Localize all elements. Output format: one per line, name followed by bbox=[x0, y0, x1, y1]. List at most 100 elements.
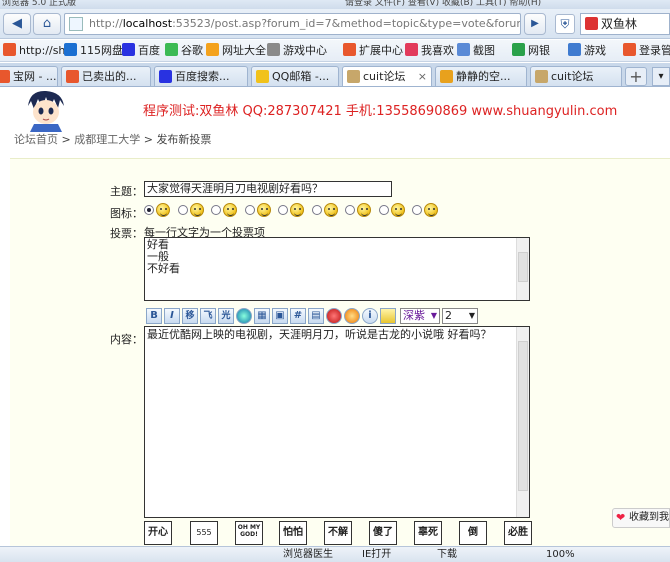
icon-option[interactable] bbox=[177, 203, 204, 217]
bookmark-icon bbox=[165, 43, 178, 56]
address-bar[interactable]: http://localhost:53523/post.asp?forum_id… bbox=[64, 13, 521, 35]
emote-stunned[interactable]: 傻了 bbox=[369, 521, 397, 545]
tab-label: 静静的空... bbox=[456, 70, 511, 83]
tab-label: 已卖出的... bbox=[82, 70, 137, 83]
size-select[interactable]: 2 ▼ bbox=[442, 308, 478, 324]
bookmark-item[interactable]: 登录管 bbox=[623, 43, 670, 59]
glow-button[interactable]: 光 bbox=[218, 308, 234, 324]
clear-icon[interactable] bbox=[380, 308, 396, 324]
link-icon[interactable] bbox=[236, 308, 252, 324]
move-button[interactable]: 移 bbox=[182, 308, 198, 324]
image-icon[interactable]: ▦ bbox=[254, 308, 270, 324]
home-icon[interactable]: ⌂ bbox=[33, 13, 61, 35]
tab[interactable]: 已卖出的... bbox=[61, 66, 151, 86]
poll-items-textarea[interactable]: 好看 一般 不好看 bbox=[144, 237, 530, 301]
browser-doctor-button[interactable]: 浏览器医生 bbox=[283, 547, 333, 562]
scrollbar[interactable] bbox=[516, 238, 529, 300]
tab[interactable]: 宝网 - ... bbox=[0, 66, 58, 86]
zoom-level[interactable]: 100% bbox=[546, 547, 575, 562]
table-icon[interactable]: ▤ bbox=[308, 308, 324, 324]
bookmark-icon bbox=[3, 43, 16, 56]
radio-icon[interactable] bbox=[244, 205, 255, 215]
bookmark-item[interactable]: 游戏 bbox=[568, 43, 606, 59]
hash-icon[interactable]: # bbox=[290, 308, 306, 324]
icon-option[interactable] bbox=[412, 203, 438, 217]
tab[interactable]: QQ邮箱 -... bbox=[251, 66, 339, 86]
scrollbar[interactable] bbox=[516, 327, 529, 517]
icon-option[interactable] bbox=[144, 203, 170, 217]
icon-option[interactable] bbox=[278, 203, 304, 217]
radio-icon[interactable] bbox=[345, 205, 355, 215]
emote-bored[interactable]: 辜死 bbox=[414, 521, 442, 545]
bookmark-item[interactable]: 游戏中心 bbox=[267, 43, 327, 59]
fly-button[interactable]: 飞 bbox=[200, 308, 216, 324]
emote-win[interactable]: 必胜 bbox=[504, 521, 532, 545]
bookmark-item[interactable]: 我喜欢 bbox=[405, 43, 454, 59]
color-select[interactable]: 深紫 ▼ bbox=[400, 308, 440, 324]
bookmark-item[interactable]: 网址大全 bbox=[206, 43, 266, 59]
bookmark-item[interactable]: 115网盘 bbox=[64, 43, 123, 59]
poll-item: 一般 bbox=[147, 250, 169, 263]
radio-icon[interactable] bbox=[211, 205, 221, 215]
media-icon[interactable] bbox=[344, 308, 360, 324]
subject-input[interactable]: 大家觉得天涯明月刀电视剧好看吗？ bbox=[144, 181, 392, 197]
icon-option[interactable] bbox=[211, 203, 237, 217]
close-icon[interactable]: × bbox=[418, 67, 427, 86]
ie-open-button[interactable]: IE打开 bbox=[362, 547, 391, 562]
back-icon[interactable]: ◀ bbox=[3, 13, 31, 35]
menu-bar[interactable]: 请登录 文件(F) 查看(V) 收藏(B) 工具(T) 帮助(H) bbox=[345, 0, 541, 8]
emote-cry[interactable]: 555 bbox=[190, 521, 218, 545]
tab[interactable]: 百度搜索... bbox=[154, 66, 248, 86]
info-icon[interactable]: i bbox=[362, 308, 378, 324]
shield-icon[interactable]: ⛨ bbox=[555, 14, 575, 34]
bookmark-item[interactable]: 百度 bbox=[122, 43, 160, 59]
save-icon[interactable]: ▣ bbox=[272, 308, 288, 324]
tab[interactable]: 静静的空... bbox=[435, 66, 527, 86]
favorite-button[interactable]: ❤ 收藏到我 bbox=[612, 508, 670, 528]
status-bar: 浏览器医生 IE打开 下载 100% bbox=[0, 546, 670, 562]
icon-option[interactable] bbox=[244, 203, 271, 217]
tab[interactable]: cuit论坛 bbox=[530, 66, 622, 86]
stop-icon[interactable] bbox=[326, 308, 342, 324]
tab-active[interactable]: cuit论坛 × bbox=[342, 66, 432, 86]
emote-happy[interactable]: 开心 bbox=[144, 521, 172, 545]
icon-option[interactable] bbox=[378, 203, 405, 217]
radio-icon[interactable] bbox=[177, 205, 188, 215]
emote-ohmygod[interactable]: OH MY GOD! bbox=[235, 521, 263, 545]
new-tab-icon[interactable]: + bbox=[625, 67, 647, 86]
bookmark-label: 截图 bbox=[473, 44, 495, 57]
radio-icon[interactable] bbox=[311, 205, 322, 215]
poll-label: 投票： bbox=[110, 227, 143, 240]
bookmark-item[interactable]: 网银 bbox=[512, 43, 550, 59]
radio-icon[interactable] bbox=[278, 205, 288, 215]
search-input[interactable]: 双鱼林 bbox=[580, 13, 670, 35]
bookmark-label: 扩展中心 bbox=[359, 44, 403, 57]
content-textarea[interactable]: 最近优酷网上映的电视剧，天涯明月刀，听说是古龙的小说哦 好看吗？ bbox=[144, 326, 530, 518]
emote-fall[interactable]: 倒 bbox=[459, 521, 487, 545]
search-value: 双鱼林 bbox=[601, 17, 638, 31]
bookmark-label: 谷歌 bbox=[181, 44, 203, 57]
go-icon[interactable]: ▶ bbox=[524, 13, 546, 35]
radio-icon[interactable] bbox=[378, 205, 389, 215]
tab-list-icon[interactable]: ▾ bbox=[652, 67, 670, 86]
bookmark-item[interactable]: http://sh bbox=[3, 43, 65, 59]
italic-button[interactable]: I bbox=[164, 308, 180, 324]
tab-label: 百度搜索... bbox=[175, 70, 230, 83]
icon-option[interactable] bbox=[345, 203, 371, 217]
bold-button[interactable]: B bbox=[146, 308, 162, 324]
breadcrumb-forum[interactable]: 成都理工大学 bbox=[74, 133, 140, 146]
wink-icon bbox=[323, 203, 338, 217]
radio-icon[interactable] bbox=[412, 205, 422, 215]
download-button[interactable]: 下载 bbox=[437, 547, 457, 562]
radio-icon[interactable] bbox=[144, 205, 154, 215]
emote-scared[interactable]: 怕怕 bbox=[279, 521, 307, 545]
bookmark-item[interactable]: 扩展中心 bbox=[343, 43, 403, 59]
bookmark-item[interactable]: 截图 bbox=[457, 43, 495, 59]
scrollbar-thumb[interactable] bbox=[518, 341, 528, 491]
tab-icon bbox=[347, 70, 360, 83]
breadcrumb-home[interactable]: 论坛首页 bbox=[14, 133, 58, 146]
scrollbar-thumb[interactable] bbox=[518, 252, 528, 282]
icon-option[interactable] bbox=[311, 203, 338, 217]
emote-puzzled[interactable]: 不解 bbox=[324, 521, 352, 545]
bookmark-item[interactable]: 谷歌 bbox=[165, 43, 203, 59]
